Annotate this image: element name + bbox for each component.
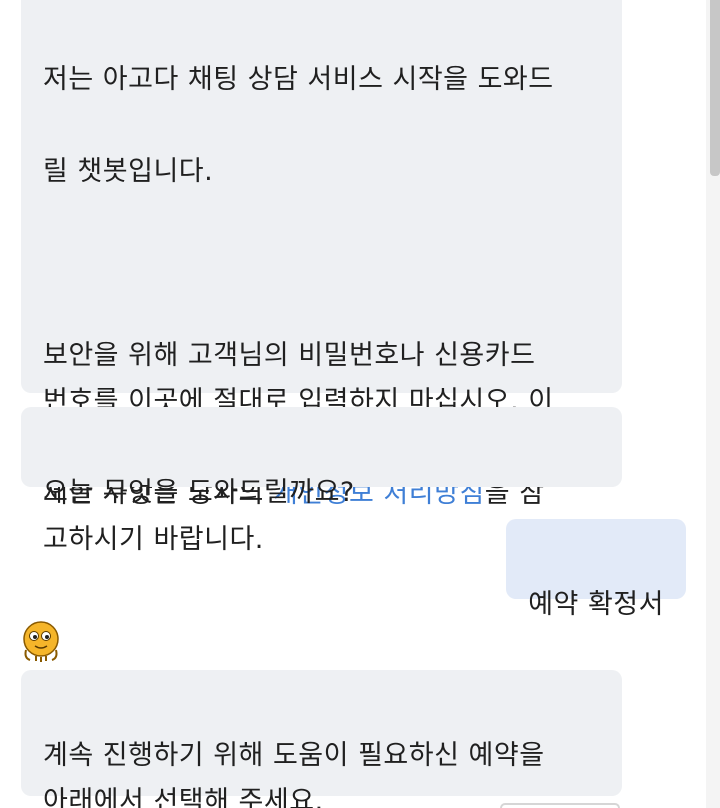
select-booking-text: 계속 진행하기 위해 도움이 필요하신 예약을 아래에서 선택해 주세요. <box>43 740 545 808</box>
user-message-reply: 예약 확정서 <box>506 519 686 620</box>
intro-text-line-2: 릴 챗봇입니다. <box>43 156 214 187</box>
chat-window: 저는 아고다 채팅 상담 서비스 시작을 도와드 릴 챗봇입니다. 보안을 위해… <box>0 0 720 808</box>
scrollbar-thumb[interactable] <box>710 0 720 176</box>
chatbot-avatar-icon <box>20 620 62 662</box>
help-question-text: 오늘 무엇을 도와드릴까요? <box>43 477 355 508</box>
user-reply-text: 예약 확정서 <box>528 589 664 620</box>
bot-message-help-question: 오늘 무엇을 도와드릴까요? <box>21 407 622 508</box>
intro-text-line-1: 저는 아고다 채팅 상담 서비스 시작을 도와드 <box>43 64 554 95</box>
bot-message-select-booking: 계속 진행하기 위해 도움이 필요하신 예약을 아래에서 선택해 주세요. <box>21 670 622 808</box>
chatbot-avatar-graphic <box>23 621 59 662</box>
bot-message-intro: 저는 아고다 채팅 상담 서비스 시작을 도와드 릴 챗봇입니다. 보안을 위해… <box>21 0 622 555</box>
next-option-card-edge[interactable] <box>500 803 620 808</box>
scrollbar[interactable] <box>706 0 720 808</box>
